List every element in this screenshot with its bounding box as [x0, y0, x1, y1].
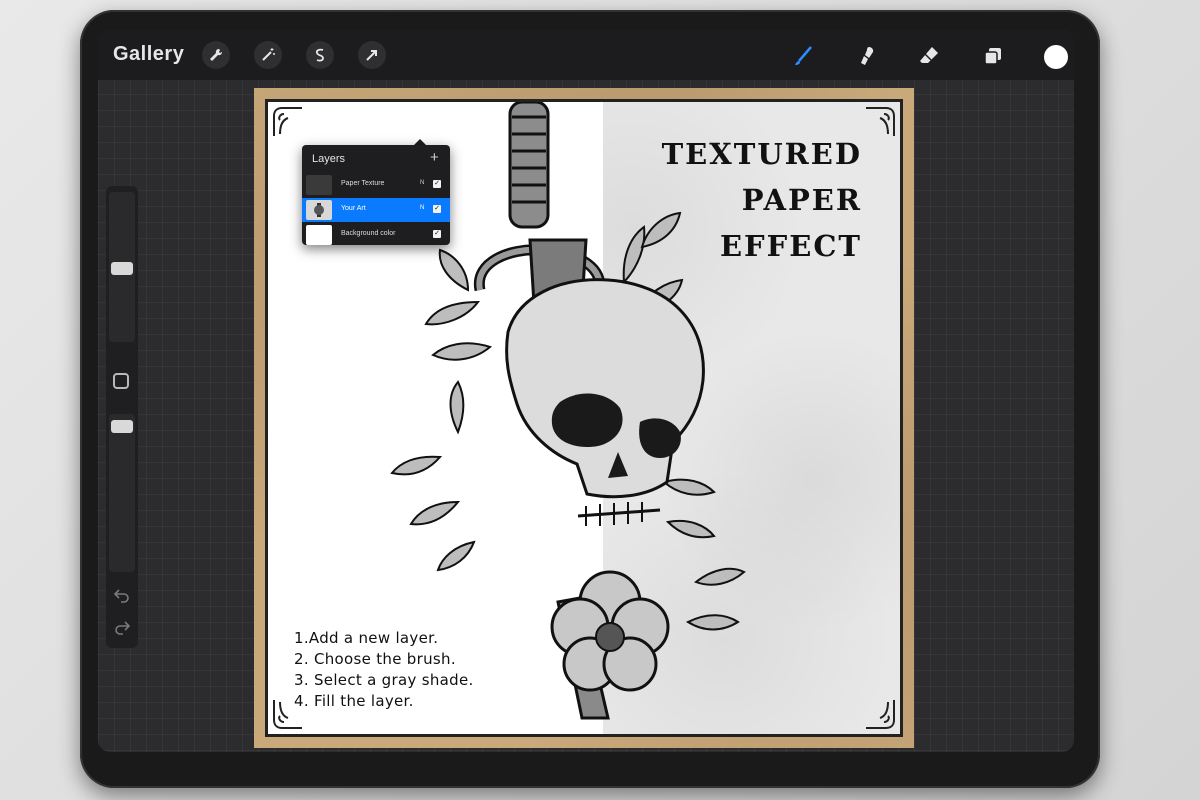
selection-icon[interactable] [306, 41, 334, 69]
artwork-title-line-1: TEXTURED [661, 137, 862, 171]
layer-thumbnail [306, 200, 332, 220]
layer-visibility-checkbox[interactable]: ✓ [433, 180, 441, 188]
step-3: 3. Select a gray shade. [294, 671, 474, 689]
modify-button[interactable] [113, 373, 129, 389]
gallery-button[interactable]: Gallery [113, 43, 184, 66]
wrench-icon[interactable] [202, 41, 230, 69]
layers-panel: Layers + Paper Texture N ✓ Your Art N ✓ … [302, 145, 450, 245]
add-layer-button[interactable]: + [430, 149, 439, 166]
layer-name: Background color [341, 230, 396, 237]
instruction-steps: 1.Add a new layer. 2. Choose the brush. … [294, 628, 474, 712]
eraser-icon[interactable] [915, 42, 943, 70]
layer-name: Paper Texture [341, 180, 385, 187]
artwork-title-line-3: EFFECT [719, 229, 862, 263]
brush-size-thumb[interactable] [111, 262, 133, 275]
artwork-title-line-2: PAPER [741, 183, 862, 217]
opacity-slider[interactable] [109, 414, 135, 572]
layer-visibility-checkbox[interactable]: ✓ [433, 205, 441, 213]
step-1: 1.Add a new layer. [294, 629, 439, 647]
layer-thumbnail [306, 225, 332, 245]
corner-ornament-bottom-right [866, 700, 895, 729]
undo-icon[interactable] [113, 586, 131, 609]
layer-blend-mode[interactable]: N [420, 205, 424, 211]
layers-panel-title: Layers [312, 153, 346, 165]
flower [550, 570, 670, 692]
layer-thumbnail [306, 175, 332, 195]
layer-row-background-color[interactable]: Background color ✓ [302, 223, 450, 247]
layer-row-your-art[interactable]: Your Art N ✓ [302, 198, 450, 222]
smudge-icon[interactable] [853, 42, 881, 70]
redo-icon[interactable] [113, 618, 131, 641]
corner-ornament-top-left [273, 107, 302, 136]
opacity-thumb[interactable] [111, 420, 133, 433]
left-sidebar [106, 186, 138, 648]
brush-size-slider[interactable] [109, 192, 135, 342]
color-picker[interactable] [1044, 45, 1068, 69]
layer-row-paper-texture[interactable]: Paper Texture N ✓ [302, 173, 450, 197]
magic-wand-icon[interactable] [254, 41, 282, 69]
layer-blend-mode[interactable]: N [420, 180, 424, 186]
transform-arrow-icon[interactable] [358, 41, 386, 69]
top-toolbar: Gallery [98, 30, 1074, 80]
step-4: 4. Fill the layer. [294, 692, 414, 710]
layer-visibility-checkbox[interactable]: ✓ [433, 230, 441, 238]
brush-icon[interactable] [789, 42, 817, 70]
layer-name: Your Art [341, 205, 366, 212]
step-2: 2. Choose the brush. [294, 650, 456, 668]
layers-icon[interactable] [979, 42, 1007, 70]
corner-ornament-top-right [866, 107, 895, 136]
